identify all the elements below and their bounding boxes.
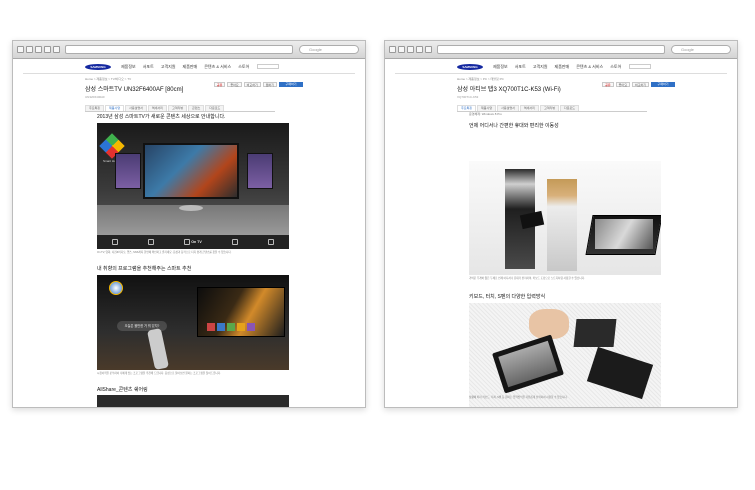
feature-icon-row: On TV (97, 235, 289, 249)
search-input[interactable]: Google (299, 45, 359, 54)
keyboard-dock (586, 346, 654, 400)
nav-item[interactable]: 스토어 (610, 64, 621, 70)
compare-button[interactable]: 비교하기 (243, 82, 261, 87)
caption: 시청이력을 분석하여 나에게 맞는 프로그램을 추천해 드립니다. 음성으로 물… (97, 372, 221, 375)
global-nav: 제품정보 서포트 고객지원 제품판매 콘텐츠 & 서비스 스토어 (121, 64, 249, 70)
nav-item[interactable]: 제품판매 (555, 64, 570, 70)
product-tabs: 주요특징 제품사양 사용설명서 액세서리 고객리뷰 콘텐츠 다운로드 (85, 105, 275, 112)
nav-item[interactable]: 제품정보 (121, 64, 136, 70)
section-heading: 내 취향의 프로그램을 추천해주는 스마트 추천 (97, 266, 192, 272)
movies-icon (231, 239, 238, 245)
product-tabs: 주요특징 제품사양 사용설명서 액세서리 고객리뷰 다운로드 (457, 105, 647, 112)
nav-item[interactable]: 콘텐츠 & 서비스 (204, 64, 231, 70)
browser-window-tv: Google SAMSUNG 제품정보 서포트 고객지원 제품판매 콘텐츠 & … (12, 40, 366, 408)
remote-control (146, 327, 170, 370)
samsung-logo[interactable]: SAMSUNG (457, 63, 483, 70)
reload-icon[interactable] (407, 46, 414, 53)
tab-downloads[interactable]: 다운로드 (560, 105, 580, 111)
section-heading: 2013년 삼성 스마트TV가 새로운 콘텐츠 세상으로 안내합니다. (97, 114, 226, 120)
tab-specs[interactable]: 제품사양 (105, 105, 125, 111)
breadcrumb: Home > 제품정보 > TV/비디오 > TV (85, 77, 132, 81)
tab-accessories[interactable]: 액세서리 (147, 105, 167, 111)
action-bar: 공유 좋아요 비교하기 구매하기 (602, 82, 675, 87)
tablet-lifestyle-image (469, 161, 661, 275)
browser-window-tablet: Google SAMSUNG 제품정보 서포트 고객지원 제품판매 콘텐츠 & … (384, 40, 738, 408)
forward-icon[interactable] (26, 46, 33, 53)
on-tv-label: On TV (191, 240, 202, 244)
site-header: SAMSUNG 제품정보 서포트 고객지원 제품판매 콘텐츠 & 서비스 스토어 (395, 60, 727, 74)
section-heading: 언제 어디서나 간편한 휴대와 편리한 이동성 (469, 123, 559, 129)
search-input[interactable]: Google (671, 45, 731, 54)
tv-screen (143, 143, 239, 199)
on-tv-icon (184, 239, 191, 245)
breadcrumb: Home > 제품정보 > PC > 태블릿 PC (457, 77, 504, 81)
browser-toolbar: Google (13, 41, 365, 59)
share-button[interactable]: 공유 (213, 82, 226, 87)
caption: 가벼운 무게와 얇은 두께로 언제 어디서나 휴대가 편리하며, 키보드 도킹으… (469, 277, 585, 280)
wishlist-button[interactable]: 찜하기 (262, 82, 277, 87)
apps-icon (112, 239, 119, 245)
forward-icon[interactable] (398, 46, 405, 53)
site-header: SAMSUNG 제품정보 서포트 고객지원 제품판매 콘텐츠 & 서비스 스토어 (23, 60, 355, 74)
address-bar[interactable] (65, 45, 293, 54)
browser-toolbar: Google (385, 41, 737, 59)
global-nav: 제품정보 서포트 고객지원 제품판매 콘텐츠 & 서비스 스토어 (493, 64, 621, 70)
voice-icon (109, 281, 123, 295)
nav-item[interactable]: 스토어 (238, 64, 249, 70)
tab-manual[interactable]: 사용설명서 (125, 105, 147, 111)
os-info: 운영체제: Windows 8 Pro (469, 112, 502, 116)
caption: 상황에 따라 키보드, 터치, S펜 등 원하는 입력방식을 자유롭게 선택하여… (469, 396, 568, 399)
tablet-device (519, 210, 545, 230)
site-search-input[interactable] (629, 64, 652, 69)
nav-item[interactable]: 고객지원 (533, 64, 548, 70)
caption: On TV, 영화, 사진&비디오, 앱스, SNS까지 한번에 확인하고 즐기… (97, 251, 232, 254)
tab-accessories[interactable]: 액세서리 (519, 105, 539, 111)
nav-item[interactable]: 고객지원 (161, 64, 176, 70)
nav-item[interactable]: 서포트 (515, 64, 526, 70)
nav-item[interactable]: 제품정보 (493, 64, 508, 70)
nav-item[interactable]: 서포트 (143, 64, 154, 70)
laptop-sketch (573, 319, 617, 347)
compare-button[interactable]: 비교하기 (631, 82, 649, 87)
add-tab-icon[interactable] (425, 46, 432, 53)
tab-manual[interactable]: 사용설명서 (497, 105, 519, 111)
model-code: XQ700T1C-K53 (457, 95, 479, 99)
tab-reviews[interactable]: 고객리뷰 (167, 105, 187, 111)
home-icon[interactable] (44, 46, 51, 53)
photos-icon (267, 239, 274, 245)
smart-tv-image: Smart Hub (97, 123, 289, 235)
social-icon (148, 239, 155, 245)
tab-reviews[interactable]: 고객리뷰 (539, 105, 559, 111)
buy-button[interactable]: 구매하기 (279, 82, 303, 87)
back-icon[interactable] (17, 46, 24, 53)
section-heading: 키보드, 터치, S펜의 다양한 입력방식 (469, 294, 546, 300)
samsung-logo[interactable]: SAMSUNG (85, 63, 111, 70)
add-tab-icon[interactable] (53, 46, 60, 53)
action-bar: 공유 좋아요 비교하기 찜하기 구매하기 (213, 82, 303, 87)
reload-icon[interactable] (35, 46, 42, 53)
page-title: 삼성 아티브 탭3 XQ700T1C-K53 (Wi-Fi) (457, 87, 561, 93)
buy-button[interactable]: 구매하기 (651, 82, 675, 87)
smart-recommend-image: 오늘은 볼만한 거 뭐 있지? (97, 275, 289, 370)
input-methods-image (469, 303, 661, 407)
nav-item[interactable]: 콘텐츠 & 서비스 (576, 64, 603, 70)
allshare-image (97, 395, 289, 407)
back-icon[interactable] (389, 46, 396, 53)
address-bar[interactable] (437, 45, 665, 54)
nav-item[interactable]: 제품판매 (183, 64, 198, 70)
tab-contents[interactable]: 콘텐츠 (188, 105, 205, 111)
tab-specs[interactable]: 제품사양 (477, 105, 497, 111)
like-button[interactable]: 좋아요 (227, 82, 242, 87)
tab-features[interactable]: 주요특징 (85, 105, 105, 111)
section-heading: AllShare_콘텐츠 쉐어링 (97, 387, 148, 393)
tab-features[interactable]: 주요특징 (457, 105, 477, 111)
person-woman (547, 179, 577, 271)
home-icon[interactable] (416, 46, 423, 53)
tablet-device (492, 334, 564, 394)
like-button[interactable]: 좋아요 (615, 82, 630, 87)
tab-downloads[interactable]: 다운로드 (205, 105, 225, 111)
site-search-input[interactable] (257, 64, 280, 69)
share-button[interactable]: 공유 (602, 82, 614, 87)
model-code: UN32F6400AF (85, 95, 106, 99)
